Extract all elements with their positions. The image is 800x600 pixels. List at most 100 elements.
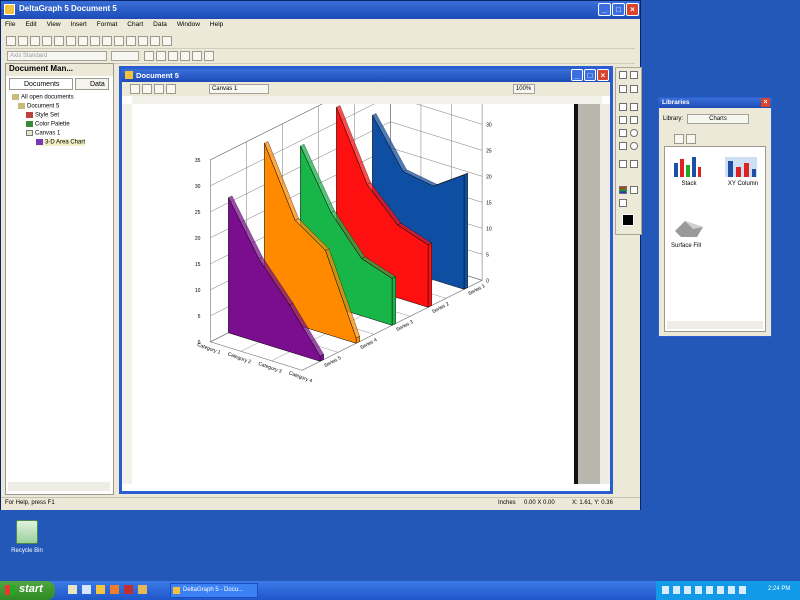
- tree-item-style-set[interactable]: Style Set: [26, 112, 59, 119]
- rect-tool-icon[interactable]: [619, 129, 627, 137]
- recycle-bin[interactable]: Recycle Bin: [8, 520, 46, 562]
- arc-tool-icon[interactable]: [619, 116, 627, 124]
- pen-tool-icon[interactable]: [630, 116, 638, 124]
- select-tool-icon[interactable]: [619, 85, 627, 93]
- menu-edit[interactable]: Edit: [25, 21, 36, 28]
- redo-icon[interactable]: [114, 36, 124, 46]
- eyedropper-tool-icon[interactable]: [630, 85, 638, 93]
- style-icon[interactable]: [150, 36, 160, 46]
- save-icon[interactable]: [30, 36, 40, 46]
- curve-tool-icon[interactable]: [630, 103, 638, 111]
- library-item-surface-fill[interactable]: Surface Fill: [671, 215, 715, 259]
- chart-icon[interactable]: [126, 36, 136, 46]
- y-tick-label-right: 5: [486, 252, 489, 258]
- chart-canvas[interactable]: 3535303025252020151510105500Category 1Ca…: [132, 69, 574, 484]
- quicklaunch-icon[interactable]: [110, 585, 119, 594]
- preview-icon[interactable]: [54, 36, 64, 46]
- undo-icon[interactable]: [102, 36, 112, 46]
- docman-hscroll[interactable]: [8, 482, 110, 491]
- app-titlebar[interactable]: DeltaGraph 5 Document 5 _ □ ×: [1, 1, 640, 19]
- library-item-stack[interactable]: Stack: [671, 153, 707, 195]
- color-palette-icon[interactable]: [619, 186, 627, 194]
- close-button[interactable]: ×: [626, 3, 639, 16]
- library-select[interactable]: Charts: [687, 114, 749, 124]
- tree-item-all-docs[interactable]: All open documents: [12, 94, 74, 101]
- tray-icons[interactable]: [662, 586, 750, 594]
- doc-minimize-button[interactable]: _: [571, 69, 583, 81]
- libraries-close-button[interactable]: ×: [761, 98, 770, 107]
- bold-icon[interactable]: [143, 51, 154, 61]
- doc-close-button[interactable]: ×: [597, 69, 609, 81]
- open-icon[interactable]: [18, 36, 28, 46]
- quicklaunch-icon[interactable]: [82, 585, 91, 594]
- tree-item-color-palette[interactable]: Color Palette: [26, 121, 70, 128]
- document-vscroll[interactable]: [600, 104, 610, 484]
- data-icon[interactable]: [138, 36, 148, 46]
- polygon-tool-icon[interactable]: [619, 142, 627, 150]
- view-icon[interactable]: [130, 84, 140, 94]
- libraries-titlebar[interactable]: Libraries ×: [659, 98, 771, 108]
- print-icon[interactable]: [42, 36, 52, 46]
- quicklaunch-icon[interactable]: [124, 585, 133, 594]
- layout-icon[interactable]: [142, 84, 152, 94]
- menu-window[interactable]: Window: [177, 21, 200, 28]
- pattern-icon[interactable]: [619, 199, 627, 207]
- library-hscroll[interactable]: [667, 321, 763, 329]
- paste-icon[interactable]: [90, 36, 100, 46]
- menu-view[interactable]: View: [47, 21, 61, 28]
- menu-chart[interactable]: Chart: [127, 21, 143, 28]
- tab-data[interactable]: Data: [75, 78, 109, 90]
- library-view-icon[interactable]: [674, 134, 684, 144]
- library-add-icon[interactable]: [686, 134, 696, 144]
- menu-format[interactable]: Format: [97, 21, 118, 28]
- quicklaunch-icon[interactable]: [138, 585, 147, 594]
- style-combo[interactable]: Axis Standard: [7, 51, 107, 61]
- minimize-button[interactable]: _: [598, 3, 611, 16]
- maximize-button[interactable]: □: [612, 3, 625, 16]
- copy-icon[interactable]: [78, 36, 88, 46]
- start-button[interactable]: start: [0, 581, 55, 600]
- gallery-icon[interactable]: [162, 36, 172, 46]
- library-item-xy-column[interactable]: XY Column: [723, 153, 763, 195]
- menu-data[interactable]: Data: [153, 21, 167, 28]
- fill-tool-icon[interactable]: [630, 160, 638, 168]
- cut-icon[interactable]: [66, 36, 76, 46]
- align-right-icon[interactable]: [203, 51, 214, 61]
- line-tool-icon[interactable]: [619, 103, 627, 111]
- taskbar-item-deltagraph[interactable]: DeltaGraph 5 - Docu...: [170, 583, 258, 598]
- canvas-select[interactable]: Canvas 1: [208, 84, 269, 94]
- tree-item-document[interactable]: Document 5: [18, 103, 59, 110]
- quicklaunch-icon[interactable]: [96, 585, 105, 594]
- doc-maximize-button[interactable]: □: [584, 69, 596, 81]
- italic-icon[interactable]: [155, 51, 166, 61]
- rounded-rect-tool-icon[interactable]: [630, 129, 638, 137]
- document-toolbar: Canvas 1 100%: [122, 82, 610, 96]
- line-style-icon[interactable]: [630, 186, 638, 194]
- y-tick-label-left: 30: [195, 184, 201, 190]
- ellipse-tool-icon[interactable]: [630, 142, 638, 150]
- align-left-icon[interactable]: [179, 51, 190, 61]
- quicklaunch-icon[interactable]: [68, 585, 77, 594]
- document-titlebar[interactable]: Document 5 _ □ ×: [122, 69, 610, 82]
- document-window: Document 5 _ □ × Canvas 1 100% 353530302…: [119, 66, 613, 494]
- status-bar: For Help, press F1 Inches 0.00 X 0.00 X:…: [1, 497, 640, 510]
- size-combo[interactable]: [111, 51, 139, 61]
- grid-icon[interactable]: [154, 84, 164, 94]
- tree-item-canvas[interactable]: Canvas 1: [26, 130, 60, 137]
- brush-tool-icon[interactable]: [619, 160, 627, 168]
- zoom-tool-icon[interactable]: [630, 71, 638, 79]
- menu-insert[interactable]: Insert: [71, 21, 87, 28]
- menu-help[interactable]: Help: [210, 21, 223, 28]
- pointer-tool-icon[interactable]: [619, 71, 627, 79]
- menu-file[interactable]: File: [5, 21, 15, 28]
- align-icon[interactable]: [166, 84, 176, 94]
- libraries-panel: Libraries × Library: Charts Stack XY Col…: [658, 97, 772, 337]
- new-icon[interactable]: [6, 36, 16, 46]
- fill-color-swatch-icon[interactable]: [622, 214, 634, 226]
- 3d-area-chart[interactable]: 3535303025252020151510105500Category 1Ca…: [132, 69, 574, 484]
- underline-icon[interactable]: [167, 51, 178, 61]
- align-center-icon[interactable]: [191, 51, 202, 61]
- tree-item-3d-area-chart[interactable]: 3-D Area Chart: [36, 139, 86, 146]
- tab-documents[interactable]: Documents: [9, 78, 73, 90]
- zoom-combo[interactable]: 100%: [512, 84, 535, 94]
